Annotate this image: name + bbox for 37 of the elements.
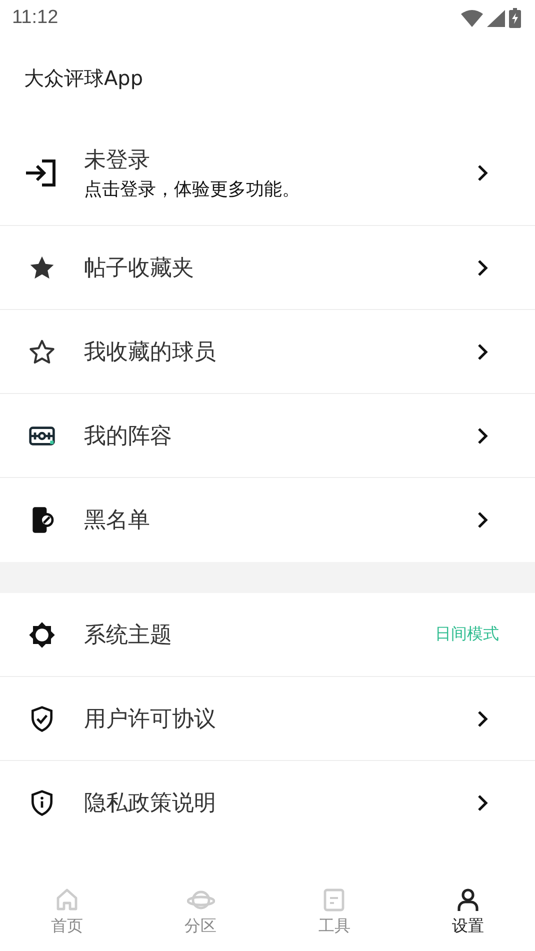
tab[interactable]: 工具	[268, 867, 402, 951]
menu-label: 系统主题	[84, 622, 173, 650]
tab[interactable]: 设置	[401, 867, 535, 951]
status-time: 11:12	[12, 7, 58, 29]
login-title: 未登录	[84, 146, 151, 174]
login-row[interactable]: 未登录 点击登录，体验更多功能。	[0, 120, 535, 226]
menu-label: 用户许可协议	[84, 706, 217, 734]
menu-label: 黑名单	[84, 507, 151, 535]
chevron-right-icon	[477, 258, 489, 276]
menu-row[interactable]: 隐私政策说明	[0, 761, 535, 845]
menu-label: 我的阵容	[84, 422, 173, 450]
chevron-right-icon	[477, 710, 489, 728]
menu-row[interactable]: 黑名单	[0, 478, 535, 562]
chevron-right-icon	[477, 342, 489, 360]
signal-icon	[487, 10, 505, 26]
theme-value: 日间模式	[435, 624, 499, 645]
battery-icon	[509, 8, 521, 28]
menu-label: 帖子收藏夹	[84, 254, 195, 282]
login-subtitle: 点击登录，体验更多功能。	[84, 178, 301, 200]
menu-row[interactable]: 系统主题 日间模式	[0, 593, 535, 677]
app-title: 大众评球App	[24, 64, 144, 92]
wifi-icon	[461, 10, 483, 26]
chevron-right-icon	[477, 164, 489, 182]
menu-row[interactable]: 我收藏的球员	[0, 310, 535, 394]
star-outline-icon	[28, 338, 56, 366]
menu-row[interactable]: 用户许可协议	[0, 677, 535, 761]
tab[interactable]: 分区	[134, 867, 268, 951]
menu-label: 我收藏的球员	[84, 338, 217, 366]
menu-row[interactable]: 帖子收藏夹	[0, 226, 535, 310]
tab[interactable]: 首页	[0, 867, 134, 951]
chevron-right-icon	[477, 511, 489, 529]
menu-row[interactable]: 我的阵容	[0, 394, 535, 478]
chevron-right-icon	[477, 794, 489, 812]
brightness-icon	[28, 620, 56, 648]
chevron-right-icon	[477, 426, 489, 444]
sign-in-icon	[24, 158, 56, 186]
menu-label: 隐私政策说明	[84, 790, 217, 818]
